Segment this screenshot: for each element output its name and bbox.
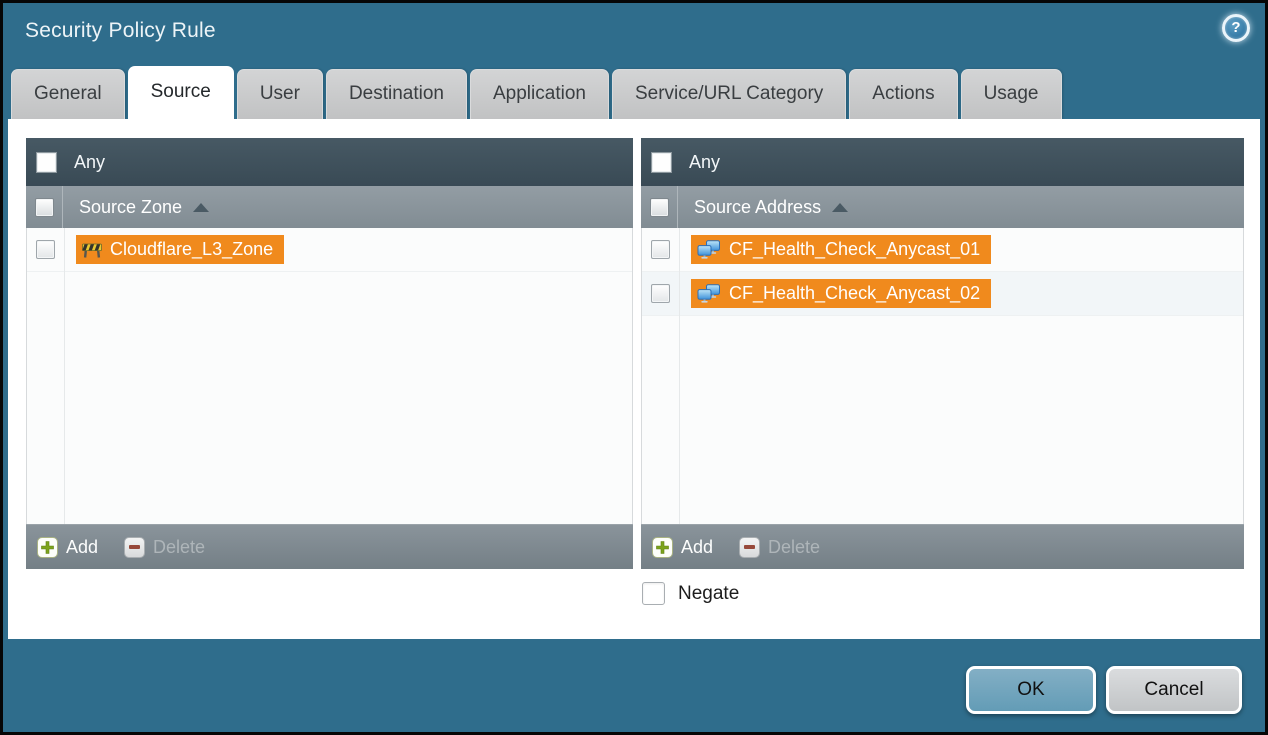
zone-icon bbox=[82, 241, 102, 258]
tab-usage[interactable]: Usage bbox=[961, 69, 1062, 119]
address-icon bbox=[697, 284, 721, 303]
row-checkbox-cell bbox=[27, 228, 64, 271]
source-zone-select-all-checkbox[interactable] bbox=[35, 198, 54, 217]
row-checkbox[interactable] bbox=[36, 240, 55, 259]
zone-name: Cloudflare_L3_Zone bbox=[110, 239, 273, 260]
tab-application[interactable]: Application bbox=[470, 69, 609, 119]
zone-chip[interactable]: Cloudflare_L3_Zone bbox=[76, 235, 284, 264]
row-checkbox-cell bbox=[642, 228, 679, 271]
tab-user[interactable]: User bbox=[237, 69, 323, 119]
source-tab-content: Any Source Zone bbox=[8, 119, 1260, 639]
address-chip[interactable]: CF_Health_Check_Anycast_01 bbox=[691, 235, 991, 264]
row-checkbox[interactable] bbox=[651, 284, 670, 303]
address-name: CF_Health_Check_Anycast_02 bbox=[729, 283, 980, 304]
negate-label: Negate bbox=[678, 583, 739, 605]
negate-checkbox[interactable] bbox=[642, 582, 665, 605]
source-address-panel: Any Source Address bbox=[641, 138, 1244, 569]
row-checkbox-cell bbox=[642, 272, 679, 315]
ok-button[interactable]: OK bbox=[966, 666, 1096, 714]
source-zone-list: Cloudflare_L3_Zone bbox=[26, 228, 633, 524]
delete-label: Delete bbox=[768, 537, 820, 558]
address-name: CF_Health_Check_Anycast_01 bbox=[729, 239, 980, 260]
tab-actions[interactable]: Actions bbox=[849, 69, 957, 119]
table-row[interactable]: Cloudflare_L3_Zone bbox=[27, 228, 632, 272]
source-address-column-title: Source Address bbox=[694, 197, 821, 218]
source-address-column-header[interactable]: Source Address bbox=[641, 186, 1244, 228]
tab-destination[interactable]: Destination bbox=[326, 69, 467, 119]
sort-ascending-icon bbox=[832, 203, 848, 212]
table-row[interactable]: CF_Health_Check_Anycast_01 bbox=[642, 228, 1243, 272]
address-icon bbox=[697, 240, 721, 259]
add-icon bbox=[652, 537, 673, 558]
sort-ascending-icon bbox=[193, 203, 209, 212]
table-row[interactable]: CF_Health_Check_Anycast_02 bbox=[642, 272, 1243, 316]
delete-label: Delete bbox=[153, 537, 205, 558]
tab-general[interactable]: General bbox=[11, 69, 125, 119]
source-address-toolbar: Add Delete bbox=[641, 524, 1244, 569]
tab-source[interactable]: Source bbox=[128, 66, 234, 119]
source-zone-any-header: Any bbox=[26, 138, 633, 186]
source-address-any-checkbox[interactable] bbox=[651, 152, 672, 173]
source-address-any-header: Any bbox=[641, 138, 1244, 186]
delete-icon bbox=[124, 537, 145, 558]
dialog-title: Security Policy Rule bbox=[25, 19, 216, 43]
security-policy-rule-dialog: Security Policy Rule ? General Source Us… bbox=[0, 0, 1268, 735]
dialog-titlebar: Security Policy Rule ? bbox=[3, 3, 1265, 65]
negate-row: Negate bbox=[642, 582, 739, 605]
source-zone-toolbar: Add Delete bbox=[26, 524, 633, 569]
address-chip[interactable]: CF_Health_Check_Anycast_02 bbox=[691, 279, 991, 308]
header-checkbox-cell bbox=[641, 186, 678, 228]
add-label: Add bbox=[66, 537, 98, 558]
add-address-button[interactable]: Add bbox=[652, 537, 713, 558]
add-icon bbox=[37, 537, 58, 558]
tab-bar: General Source User Destination Applicat… bbox=[11, 69, 1062, 119]
delete-zone-button[interactable]: Delete bbox=[124, 537, 205, 558]
source-address-select-all-checkbox[interactable] bbox=[650, 198, 669, 217]
header-checkbox-cell bbox=[26, 186, 63, 228]
delete-icon bbox=[739, 537, 760, 558]
source-zone-column-header[interactable]: Source Zone bbox=[26, 186, 633, 228]
source-zone-panel: Any Source Zone bbox=[26, 138, 633, 569]
tab-service-url-category[interactable]: Service/URL Category bbox=[612, 69, 846, 119]
source-zone-any-label: Any bbox=[74, 152, 105, 173]
cancel-button[interactable]: Cancel bbox=[1106, 666, 1242, 714]
row-checkbox[interactable] bbox=[651, 240, 670, 259]
source-address-any-label: Any bbox=[689, 152, 720, 173]
add-label: Add bbox=[681, 537, 713, 558]
delete-address-button[interactable]: Delete bbox=[739, 537, 820, 558]
add-zone-button[interactable]: Add bbox=[37, 537, 98, 558]
source-address-list: CF_Health_Check_Anycast_01 bbox=[641, 228, 1244, 524]
source-zone-any-checkbox[interactable] bbox=[36, 152, 57, 173]
source-zone-column-title: Source Zone bbox=[79, 197, 182, 218]
help-icon[interactable]: ? bbox=[1222, 14, 1250, 42]
